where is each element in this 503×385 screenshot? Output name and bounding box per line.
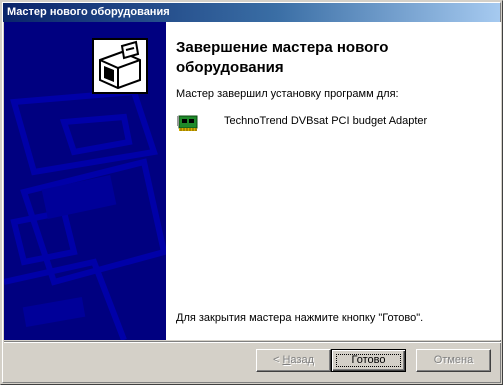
side-banner xyxy=(4,22,166,340)
page-title: Завершение мастера нового оборудования xyxy=(176,39,389,76)
finish-button-label: Готово xyxy=(351,354,386,366)
wizard-window: Мастер нового оборудования Завершение ма… xyxy=(0,0,503,385)
completion-message: Мастер завершил установку программ для: xyxy=(176,88,399,100)
finish-instruction: Для закрытия мастера нажмите кнопку "Гот… xyxy=(176,312,424,324)
network-card-icon xyxy=(177,114,199,134)
device-name: TechnoTrend DVBsat PCI budget Adapter xyxy=(224,115,428,127)
finish-button[interactable]: Готово xyxy=(331,349,406,372)
back-button-label: < Назад xyxy=(272,354,314,366)
cancel-button[interactable]: Отмена xyxy=(416,349,491,372)
wizard-content: Завершение мастера нового оборудования М… xyxy=(4,22,501,340)
window-title: Мастер нового оборудования xyxy=(7,6,170,18)
title-bar[interactable]: Мастер нового оборудования xyxy=(3,3,500,22)
hardware-wizard-icon xyxy=(92,38,148,94)
cancel-button-label: Отмена xyxy=(433,354,474,366)
button-separator xyxy=(4,341,501,343)
back-button[interactable]: < Назад xyxy=(256,349,331,372)
